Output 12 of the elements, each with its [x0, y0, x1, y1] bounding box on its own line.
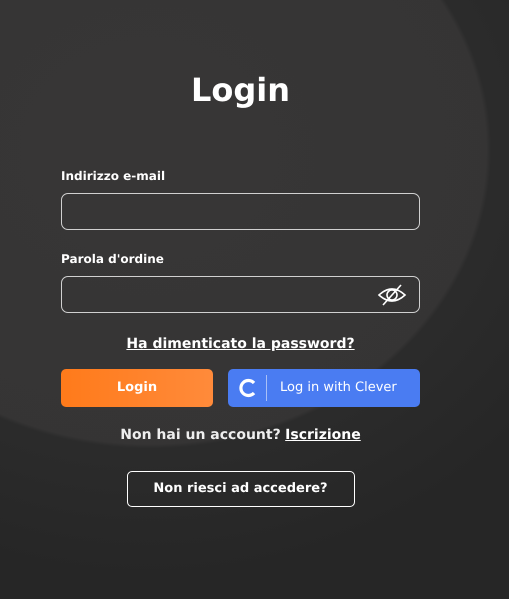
field-label: Parola d'ordine [61, 251, 165, 268]
field-label: Indirizzo e-mail [61, 168, 166, 185]
forgot-password-link[interactable]: Ha dimenticato la password? [126, 336, 355, 352]
email-field[interactable] [61, 193, 420, 230]
password-field[interactable] [61, 276, 420, 313]
no-account-text: Non hai un account? [120, 427, 281, 443]
clever-login-button[interactable]: Log in with Clever [228, 369, 420, 407]
hidden-eye-icon[interactable] [377, 282, 407, 306]
clever-logo-icon [238, 378, 258, 398]
page-title: Login [190, 70, 292, 111]
signup-link[interactable]: Iscrizione [285, 427, 361, 443]
cant-sign-in-button[interactable]: Non riesci ad accedere? [126, 471, 354, 507]
